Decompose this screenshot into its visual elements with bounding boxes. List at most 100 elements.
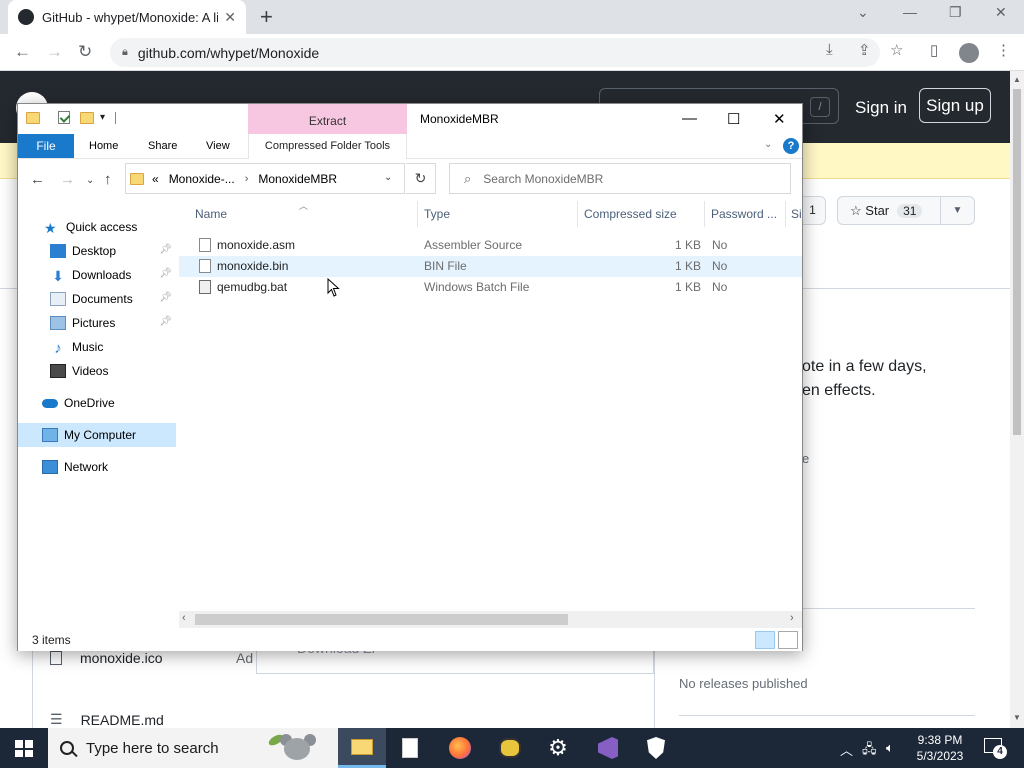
search-input[interactable]: ⌕ Search MonoxideMBR [449,163,791,194]
breadcrumb-monoxide[interactable]: Monoxide-... [169,172,235,186]
taskbar-security[interactable] [632,728,680,768]
forward-icon[interactable]: → [46,42,63,62]
new-tab-button[interactable]: + [260,4,273,30]
scroll-right-icon[interactable]: › [790,612,794,624]
repo-file-row[interactable]: ☰ README.md [50,711,164,728]
nav-desktop[interactable]: Desktop 📌︎ [18,239,176,263]
reload-icon[interactable]: ↻ [78,42,92,62]
taskbar-bee-app[interactable] [486,728,534,768]
tab-share[interactable]: Share [148,140,177,152]
minimize-browser-button[interactable]: — [903,4,917,20]
tab-compressed-folder-tools[interactable]: Compressed Folder Tools [248,134,407,159]
browser-tab[interactable]: GitHub - whypet/Monoxide: A lit ✕ [8,0,246,34]
taskbar-file-explorer[interactable] [338,728,386,768]
tab-file[interactable]: File [18,134,74,158]
nav-onedrive[interactable]: OneDrive [18,391,176,415]
address-breadcrumb[interactable]: « Monoxide-... › MonoxideMBR [125,163,405,194]
restore-browser-button[interactable]: ❐ [949,4,962,21]
recent-locations-icon[interactable]: ⌄ [86,175,94,186]
breadcrumb-overflow[interactable]: « [152,172,159,186]
forward-arrow-icon[interactable]: → [60,171,75,188]
column-header-password[interactable]: Password ... [711,207,777,221]
pin-icon[interactable]: 📌︎ [159,292,172,303]
about-link-fragment[interactable]: e [802,451,809,466]
column-header-name[interactable]: Name [195,207,227,221]
fork-count[interactable]: 1 [800,196,826,225]
column-separator[interactable] [417,201,418,227]
install-icon[interactable]: ⤓ [826,41,833,58]
taskbar-visual-studio[interactable] [584,728,632,768]
taskbar-settings[interactable]: ⚙ [534,728,582,768]
sign-in-link[interactable]: Sign in [855,98,907,118]
tab-home[interactable]: Home [89,140,118,152]
file-row[interactable]: monoxide.asm Assembler Source 1 KB No [179,235,802,256]
file-row[interactable]: monoxide.bin BIN File 1 KB No [179,256,802,277]
scroll-down-icon[interactable]: ▼ [1013,713,1021,722]
back-arrow-icon[interactable]: ← [30,171,45,188]
customize-toolbar-icon[interactable]: ▾ [100,112,105,123]
new-folder-icon[interactable] [80,111,94,124]
minimize-button[interactable]: — [682,110,697,127]
large-icons-view-icon[interactable] [778,631,798,649]
windows-start-icon[interactable] [15,740,33,757]
column-separator[interactable] [785,201,786,227]
system-clock[interactable]: 9:38 PM 5/3/2023 [914,732,966,764]
repo-file-row[interactable]: monoxide.ico [50,650,163,666]
up-arrow-icon[interactable]: ↑ [104,171,112,188]
koala-search-highlight-icon[interactable] [267,732,320,764]
repo-file-commit[interactable]: Ad [236,650,253,666]
bookmark-star-icon[interactable]: ☆ [890,41,903,59]
nav-documents[interactable]: Documents 📌︎ [18,287,176,311]
nav-quick-access[interactable]: ★ Quick access [18,215,176,239]
close-button[interactable]: ✕ [773,110,786,128]
column-header-size[interactable]: Si [791,207,802,221]
address-bar[interactable]: 🔒︎ github.com/whypet/Monoxide [110,38,880,67]
tab-view[interactable]: View [206,140,230,152]
page-scrollbar[interactable]: ▲ ▼ [1010,71,1024,728]
nav-pictures[interactable]: Pictures 📌︎ [18,311,176,335]
taskbar-notepad[interactable] [386,728,434,768]
volume-icon[interactable]: 🔈︎ [886,740,894,756]
pin-icon[interactable]: 📌︎ [159,316,172,327]
repo-file-name[interactable]: README.md [81,712,164,728]
column-header-type[interactable]: Type [424,207,450,221]
page-scrollbar-thumb[interactable] [1013,89,1021,435]
network-tray-icon[interactable]: 🖧︎ [862,740,877,762]
nav-network[interactable]: Network [18,455,176,479]
horizontal-scrollbar[interactable]: ‹ › [179,611,802,628]
scroll-left-icon[interactable]: ‹ [182,612,186,624]
notification-center-icon[interactable]: 4 [984,738,1007,759]
horizontal-scrollbar-thumb[interactable] [195,614,568,625]
details-view-icon[interactable] [755,631,775,649]
address-dropdown-icon[interactable]: ⌄ [384,172,392,183]
tab-search-icon[interactable]: ⌄ [857,4,869,21]
side-panel-icon[interactable]: ▯ [930,41,938,59]
breadcrumb-monoxidembr[interactable]: MonoxideMBR [258,172,337,186]
file-row[interactable]: qemudbg.bat Windows Batch File 1 KB No [179,277,802,298]
column-separator[interactable] [577,201,578,227]
properties-icon[interactable] [58,111,70,124]
maximize-button[interactable]: ☐ [727,110,740,128]
column-header-compressed-size[interactable]: Compressed size [584,207,677,221]
sign-up-button[interactable]: Sign up [919,88,991,123]
share-icon[interactable]: ⇪ [858,41,871,59]
pin-icon[interactable]: 📌︎ [159,244,172,255]
expand-ribbon-icon[interactable]: ⌄ [764,139,772,150]
extract-context-tab[interactable]: Extract [248,104,407,134]
close-browser-button[interactable]: ✕ [995,4,1007,21]
nav-videos[interactable]: Videos [18,359,176,383]
close-tab-icon[interactable]: ✕ [224,9,236,26]
breadcrumb-separator-icon[interactable]: › [245,173,249,185]
show-hidden-icons-icon[interactable]: ︿ [840,740,853,759]
refresh-icon[interactable]: ↻ [406,163,436,194]
profile-avatar[interactable] [959,43,979,63]
star-button[interactable]: ☆ Star 31 ▼ [837,196,975,225]
nav-downloads[interactable]: ⬇ Downloads 📌︎ [18,263,176,287]
back-icon[interactable]: ← [14,42,31,62]
pin-icon[interactable]: 📌︎ [159,268,172,279]
repo-file-name[interactable]: monoxide.ico [80,650,163,666]
scroll-up-icon[interactable]: ▲ [1013,75,1021,84]
taskbar-firefox[interactable] [436,728,484,768]
star-dropdown-icon[interactable]: ▼ [940,197,974,224]
help-icon[interactable]: ? [783,138,799,154]
